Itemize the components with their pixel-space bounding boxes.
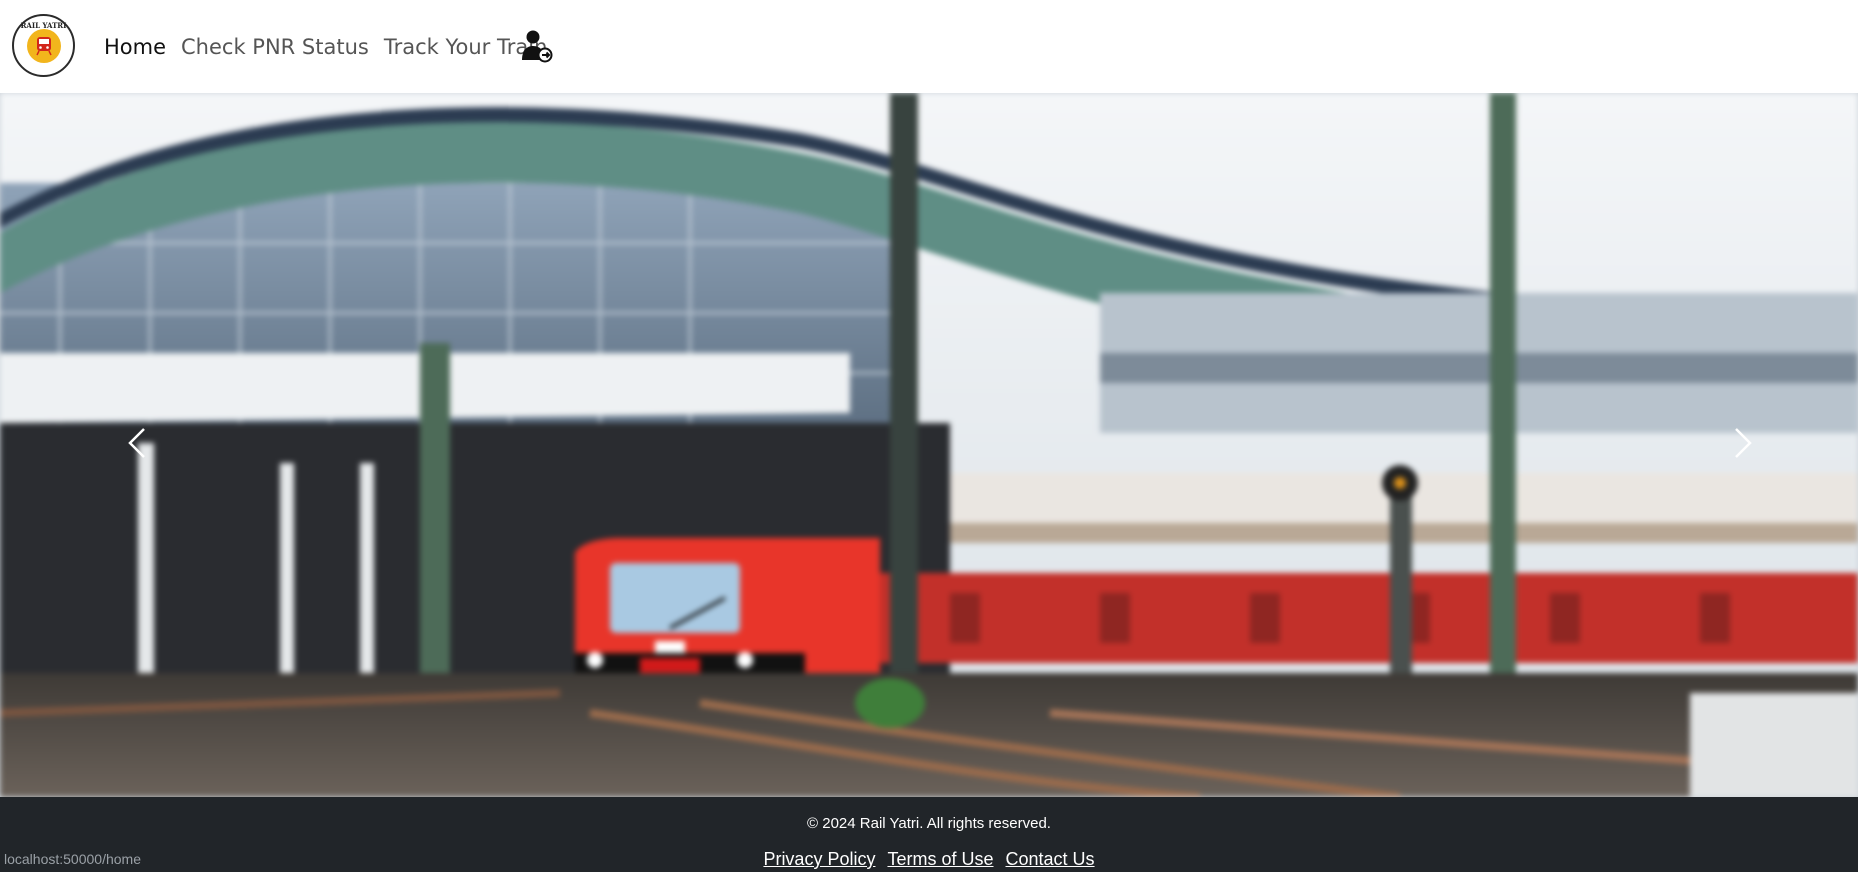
privacy-policy-link[interactable]: Privacy Policy (763, 849, 875, 870)
status-bar-url: localhost:50000/home (0, 848, 145, 872)
user-logout-icon[interactable] (521, 29, 553, 63)
terms-of-use-link[interactable]: Terms of Use (887, 849, 993, 870)
footer: © 2024 Rail Yatri. All rights reserved. … (0, 797, 1858, 872)
carousel-prev-button[interactable] (72, 93, 202, 797)
train-station-image (0, 93, 1858, 797)
nav-home[interactable]: Home (104, 35, 166, 59)
rail-yatri-logo[interactable]: RAIL YATRI (12, 14, 75, 77)
contact-us-link[interactable]: Contact Us (1006, 849, 1095, 870)
hero-carousel (0, 93, 1858, 797)
chevron-left-icon (128, 427, 146, 464)
chevron-right-icon (1734, 427, 1752, 464)
nav-links: Home Check PNR Status Track Your Train (104, 0, 562, 93)
carousel-next-button[interactable] (1678, 93, 1808, 797)
navbar: RAIL YATRI Home Check PNR Status Track Y… (0, 0, 1858, 93)
train-icon (26, 28, 61, 63)
logo-text: RAIL YATRI (20, 21, 67, 30)
copyright-text: © 2024 Rail Yatri. All rights reserved. (807, 815, 1051, 832)
footer-links: Privacy Policy Terms of Use Contact Us (0, 849, 1858, 870)
nav-check-pnr-status[interactable]: Check PNR Status (181, 35, 369, 59)
